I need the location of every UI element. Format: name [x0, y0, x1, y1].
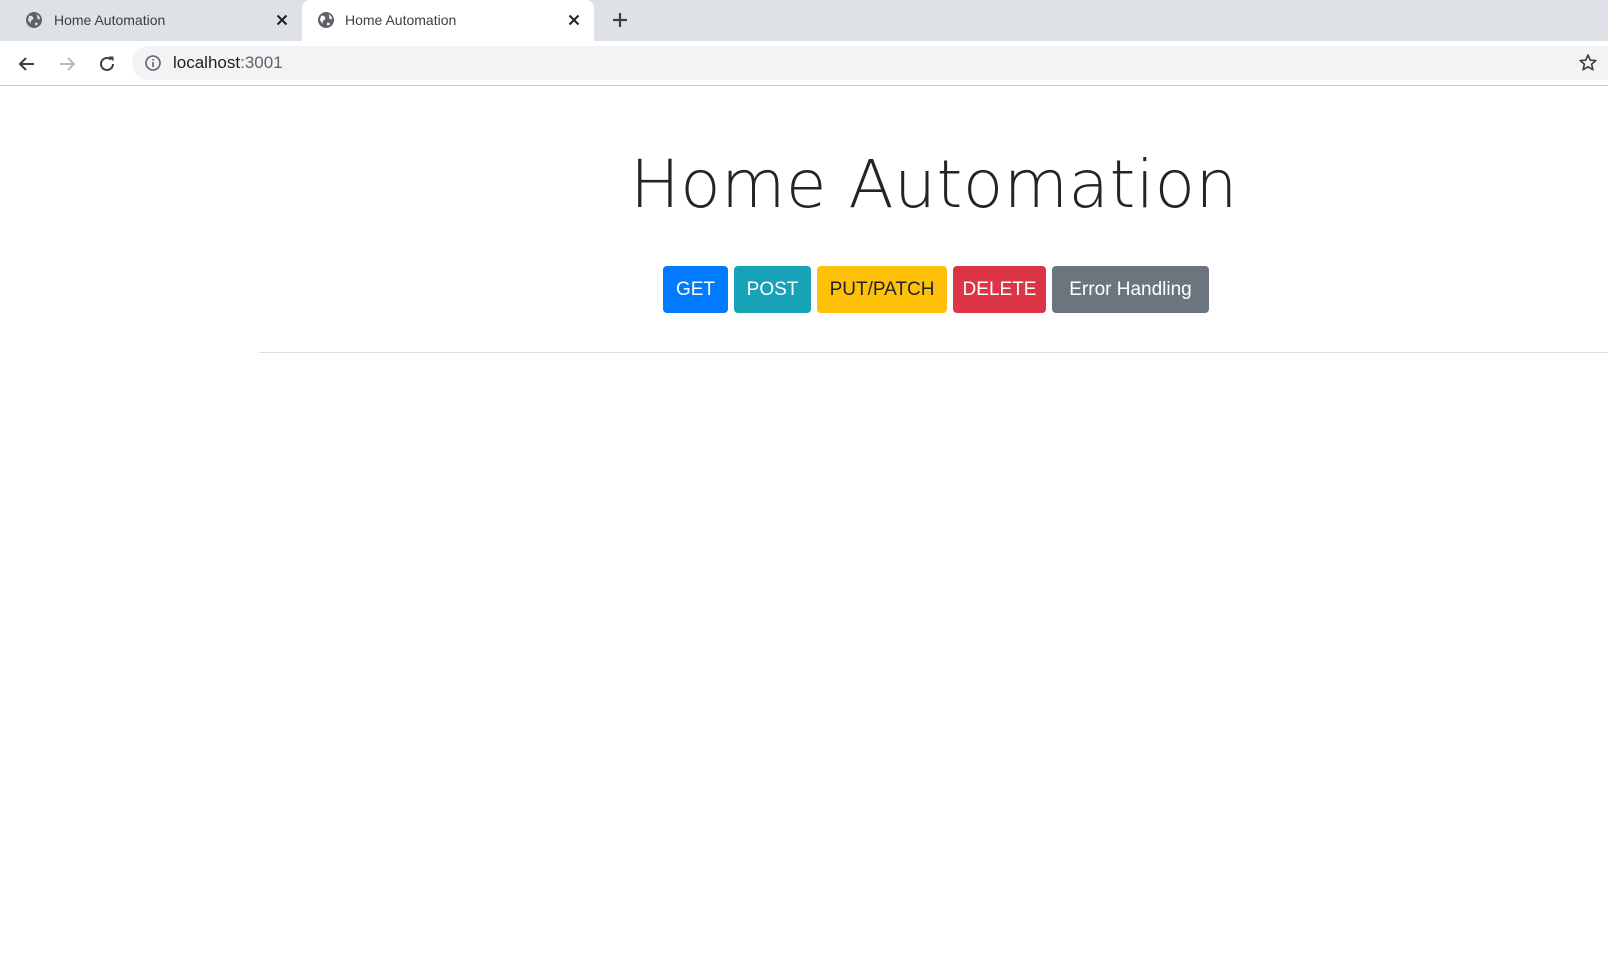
close-icon[interactable] — [274, 12, 290, 28]
globe-icon — [318, 12, 334, 28]
new-tab-plus-icon[interactable] — [610, 10, 630, 30]
url-port: :3001 — [240, 53, 283, 72]
url-host: localhost — [173, 53, 241, 72]
address-bar[interactable]: localhost:3001 — [132, 46, 1608, 80]
bookmark-star-icon[interactable] — [1578, 53, 1598, 73]
post-button[interactable]: POST — [734, 266, 811, 313]
browser-toolbar: localhost:3001 — [0, 41, 1608, 86]
page-content: Home Automation GET POST PUT/PATCH DELET… — [0, 86, 1608, 980]
reload-icon[interactable] — [96, 53, 118, 75]
tab-home-automation-2[interactable]: Home Automation — [302, 0, 594, 41]
error-handling-button[interactable]: Error Handling — [1052, 266, 1209, 313]
get-button[interactable]: GET — [663, 266, 728, 313]
page-title: Home Automation — [630, 146, 1238, 223]
close-icon[interactable] — [566, 12, 582, 28]
delete-button[interactable]: DELETE — [953, 266, 1046, 313]
info-icon[interactable] — [144, 54, 162, 72]
action-button-group: GET POST PUT/PATCH DELETE Error Handling — [663, 266, 1209, 313]
divider — [259, 352, 1608, 353]
tab-home-automation-1[interactable]: Home Automation — [0, 0, 302, 41]
forward-arrow-icon[interactable] — [56, 53, 78, 75]
back-arrow-icon[interactable] — [16, 53, 38, 75]
globe-icon — [26, 12, 42, 28]
tab-title: Home Automation — [345, 12, 457, 28]
url-text: localhost:3001 — [173, 53, 283, 73]
put-patch-button[interactable]: PUT/PATCH — [817, 266, 947, 313]
tab-strip: Home Automation Home Automation — [0, 0, 1608, 41]
tab-title: Home Automation — [54, 12, 166, 28]
